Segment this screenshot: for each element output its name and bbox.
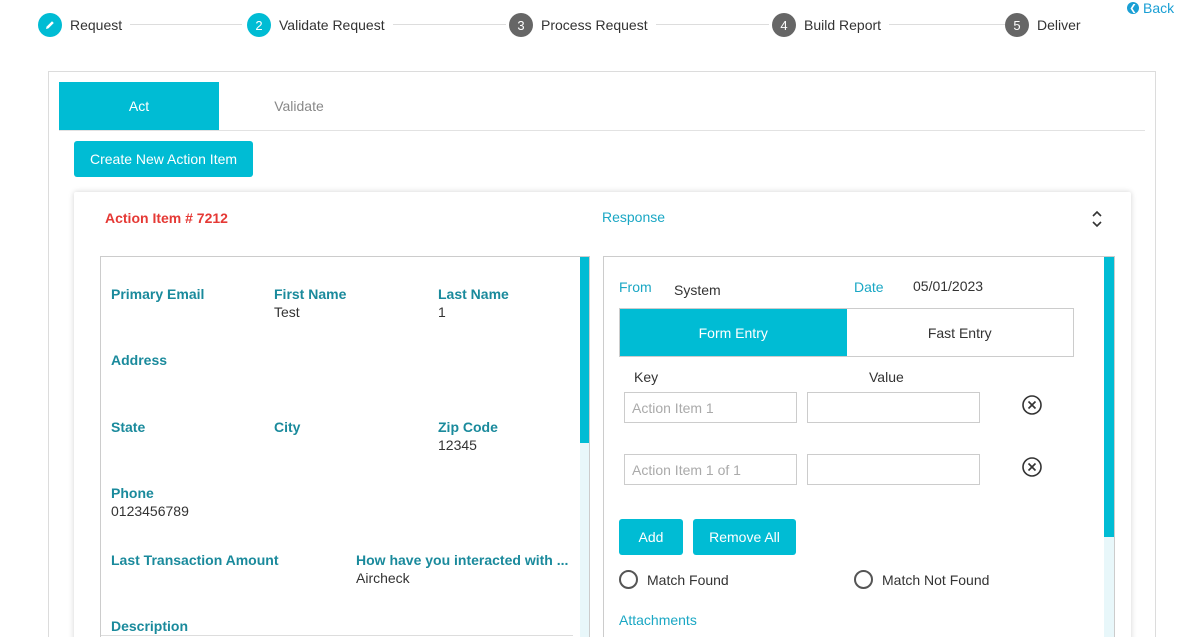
pencil-icon (38, 13, 62, 37)
response-scrollbar[interactable] (1104, 257, 1114, 637)
date-label: Date (854, 279, 884, 295)
phone-field: Phone 0123456789 (111, 485, 261, 519)
zip-code-field: Zip Code 12345 (438, 419, 568, 453)
step-connector (392, 24, 506, 25)
chevron-left-icon: ❮ (1127, 2, 1139, 14)
step-number: 4 (772, 13, 796, 37)
step-number: 5 (1005, 13, 1029, 37)
primary-email-field: Primary Email (111, 286, 261, 304)
state-field: State (111, 419, 261, 437)
value-input[interactable] (807, 454, 980, 485)
field-label: Last Transaction Amount (111, 552, 279, 568)
back-label: Back (1143, 0, 1175, 16)
field-value: 12345 (438, 437, 477, 453)
step-build-report[interactable]: 4 Build Report (772, 12, 890, 38)
form-entry-option[interactable]: Form Entry (620, 309, 847, 356)
main-frame: Act Validate Create New Action Item Acti… (48, 71, 1156, 637)
key-input[interactable] (624, 454, 797, 485)
step-label: Request (70, 17, 123, 33)
expand-collapse-icon[interactable] (1090, 208, 1104, 230)
step-connector (888, 24, 1006, 25)
scrollbar-thumb[interactable] (1104, 257, 1114, 537)
first-name-field: First Name Test (274, 286, 424, 320)
field-label: Primary Email (111, 286, 205, 302)
field-label: Zip Code (438, 419, 498, 435)
step-request[interactable]: Request (38, 12, 131, 38)
match-found-radio[interactable]: Match Found (619, 570, 729, 589)
last-transaction-amount-field: Last Transaction Amount (111, 552, 341, 570)
step-connector (130, 24, 242, 25)
details-scrollbar[interactable] (580, 257, 589, 637)
scrollbar-thumb[interactable] (580, 257, 589, 443)
field-label: How have you interacted with ... (356, 552, 569, 568)
interaction-field: How have you interacted with ... Airchec… (356, 552, 571, 586)
step-label: Build Report (804, 17, 882, 33)
step-label: Process Request (541, 17, 648, 33)
city-field: City (274, 419, 424, 437)
date-value: 05/01/2023 (913, 278, 984, 294)
fast-entry-option[interactable]: Fast Entry (847, 309, 1074, 356)
field-label: Phone (111, 485, 154, 501)
details-panel: Primary Email First Name Test Last Name … (100, 256, 590, 637)
response-heading: Response (602, 209, 666, 225)
field-value: 1 (438, 304, 446, 320)
tab-validate[interactable]: Validate (219, 82, 379, 130)
tab-bar: Act Validate (59, 82, 1145, 131)
match-not-found-radio[interactable]: Match Not Found (854, 570, 989, 589)
last-name-field: Last Name 1 (438, 286, 568, 320)
from-value: System (674, 282, 721, 298)
attachments-label: Attachments (619, 612, 697, 628)
remove-row-icon[interactable] (1022, 395, 1042, 415)
description-field: Description (111, 618, 261, 636)
step-connector (655, 24, 769, 25)
field-label: City (274, 419, 301, 435)
divider (101, 635, 573, 636)
value-column-header: Value (869, 369, 904, 385)
remove-all-button[interactable]: Remove All (693, 519, 796, 555)
field-label: First Name (274, 286, 347, 302)
radio-label: Match Not Found (882, 571, 990, 588)
field-value: Aircheck (356, 570, 410, 586)
tab-act[interactable]: Act (59, 82, 219, 130)
step-process-request[interactable]: 3 Process Request (509, 12, 656, 38)
key-input[interactable] (624, 392, 797, 423)
create-action-item-button[interactable]: Create New Action Item (74, 141, 253, 177)
field-label: Address (111, 352, 168, 368)
field-value: Test (274, 304, 300, 320)
radio-circle-icon (854, 570, 873, 589)
action-item-title: Action Item # 7212 (105, 210, 228, 226)
step-deliver[interactable]: 5 Deliver (1005, 12, 1089, 38)
field-label: Last Name (438, 286, 509, 302)
step-label: Validate Request (279, 17, 385, 33)
value-input[interactable] (807, 392, 980, 423)
radio-label: Match Found (647, 571, 729, 588)
field-label: State (111, 419, 146, 435)
step-number: 2 (247, 13, 271, 37)
progress-stepper: Request 2 Validate Request 3 Process Req… (38, 12, 1089, 38)
remove-row-icon[interactable] (1022, 457, 1042, 477)
step-label: Deliver (1037, 17, 1081, 33)
radio-circle-icon (619, 570, 638, 589)
field-label: Description (111, 618, 189, 634)
action-item-card: Action Item # 7212 Response Primary Emai… (74, 192, 1131, 637)
add-button[interactable]: Add (619, 519, 683, 555)
back-link[interactable]: ❮ Back (1127, 0, 1174, 16)
field-value: 0123456789 (111, 503, 189, 519)
step-number: 3 (509, 13, 533, 37)
step-validate-request[interactable]: 2 Validate Request (247, 12, 393, 38)
address-field: Address (111, 352, 261, 370)
response-panel: From System Date 05/01/2023 Form Entry F… (603, 256, 1115, 637)
from-label: From (619, 279, 652, 295)
key-column-header: Key (634, 369, 659, 385)
entry-mode-toggle: Form Entry Fast Entry (619, 308, 1074, 357)
